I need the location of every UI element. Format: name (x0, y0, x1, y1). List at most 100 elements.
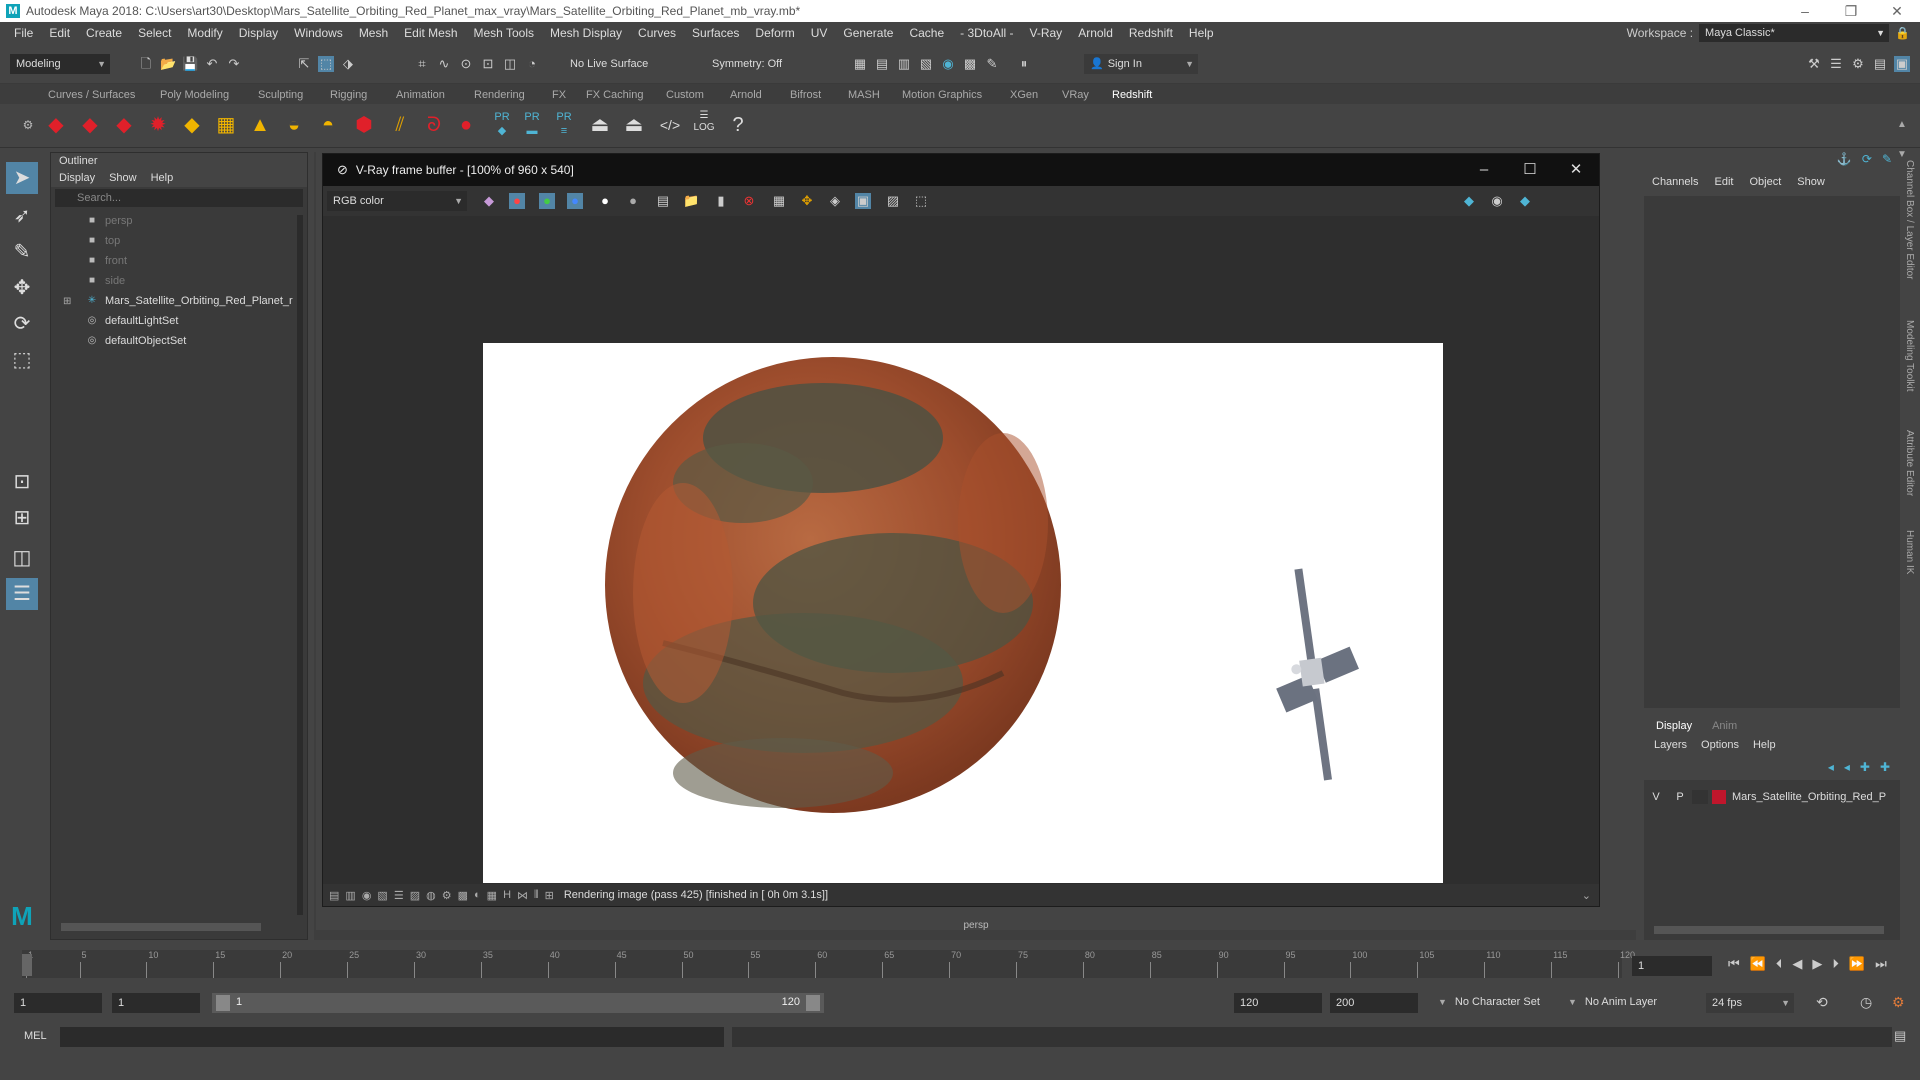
alpha-channel-icon[interactable]: ● (597, 193, 613, 209)
shelf-tab-arnold[interactable]: Arnold (722, 86, 770, 104)
current-frame-field[interactable]: 1 (1632, 956, 1712, 976)
mono-icon[interactable]: ● (625, 193, 641, 209)
playback-start-field[interactable]: 1 (112, 993, 200, 1013)
rs-log-icon[interactable]: ☰ LOG (690, 110, 718, 140)
hypershade-icon[interactable]: ◉ (940, 56, 956, 72)
shelf-tab-custom[interactable]: Custom (658, 86, 712, 104)
snap-view-icon[interactable]: ⊡ (480, 56, 496, 72)
vfb-minimize-button[interactable]: – (1461, 154, 1507, 186)
range-start-handle[interactable] (216, 995, 230, 1011)
red-channel-icon[interactable]: ● (509, 193, 525, 209)
attribute-editor-icon[interactable]: ☰ (1828, 56, 1844, 72)
history-icon[interactable]: ▨ (885, 193, 901, 209)
redo-icon[interactable]: ↷ (226, 56, 242, 72)
new-scene-icon[interactable]: 🗋 (138, 56, 154, 72)
menu-surfaces[interactable]: Surfaces (684, 26, 747, 40)
move-icon[interactable]: ⚓ (1837, 152, 1852, 166)
live-surface-field[interactable]: No Live Surface (564, 54, 664, 74)
render-last-icon[interactable]: ◆ (1461, 193, 1477, 209)
snap-curve-icon[interactable]: ∿ (436, 56, 452, 72)
side-tab-human-ik[interactable]: Human IK (1904, 530, 1915, 574)
range-end-handle[interactable] (806, 995, 820, 1011)
tab-anim[interactable]: Anim (1712, 720, 1737, 732)
shelf-tab-sculpting[interactable]: Sculpting (250, 86, 311, 104)
select-component-icon[interactable]: ⬗ (340, 56, 356, 72)
vfb-srgb-icon[interactable]: ▦ (487, 889, 497, 902)
layer-visibility-toggle[interactable]: V (1644, 791, 1668, 803)
go-to-end-icon[interactable]: ⏭ (1875, 956, 1887, 972)
rs-spot-light-icon[interactable]: ▲ (246, 110, 274, 140)
undo-icon[interactable]: ↶ (204, 56, 220, 72)
side-tab-channel-box[interactable]: Channel Box / Layer Editor (1904, 160, 1915, 280)
layer-playback-toggle[interactable]: P (1668, 791, 1692, 803)
two-view-icon[interactable]: ◫ (6, 542, 38, 574)
help-icon[interactable]: ? (724, 110, 752, 140)
channels-menu[interactable]: Channels (1652, 176, 1698, 188)
rs-pr-object-icon[interactable]: PR ▬ (518, 110, 546, 140)
menu-deform[interactable]: Deform (747, 26, 802, 40)
vfb-layers-icon[interactable]: ▥ (345, 889, 355, 902)
menu-generate[interactable]: Generate (835, 26, 901, 40)
load-icon[interactable]: 📁 (683, 193, 699, 209)
refresh-icon[interactable]: ⟳ (1862, 152, 1872, 166)
menu-windows[interactable]: Windows (286, 26, 351, 40)
rs-settings-icon[interactable]: ✹ (144, 110, 172, 140)
stop-render-icon[interactable]: ⊗ (741, 193, 757, 209)
outliner-menu-help[interactable]: Help (151, 172, 174, 184)
outliner-menu-display[interactable]: Display (59, 172, 95, 184)
play-backwards-icon[interactable]: ◀ (1792, 956, 1802, 972)
rotate-tool-icon[interactable]: ⟳ (6, 308, 38, 340)
shelf-tab-motion-graphics[interactable]: Motion Graphics (894, 86, 990, 104)
rs-area-light-icon[interactable]: ▦ (212, 110, 240, 140)
expand-down-icon[interactable]: ⌄ (1582, 889, 1591, 902)
outliner-item-persp[interactable]: ■ persp (51, 211, 307, 231)
rs-code-icon[interactable]: </> (656, 110, 684, 140)
render-settings-icon[interactable]: ▧ (918, 56, 934, 72)
loop-icon[interactable]: ⟲ (1816, 994, 1828, 1011)
vfb-maximize-button[interactable]: ☐ (1507, 154, 1553, 186)
tab-display[interactable]: Display (1656, 720, 1692, 732)
vfb-status-icons[interactable]: ▤ ▥ ◉ ▧ ☰ ▨ ◍ ⚙ ▩ ◐ ▦ H ⋈ ⫴ ⊞ (329, 889, 554, 902)
vfb-color-icon[interactable]: ▧ (377, 889, 387, 902)
menu-vray[interactable]: V-Ray (1022, 26, 1071, 40)
shelf-tab-animation[interactable]: Animation (388, 86, 453, 104)
shelf-tab-vray[interactable]: VRay (1054, 86, 1097, 104)
render-icon[interactable]: ▣ (855, 193, 871, 209)
vfb-compare-h-icon[interactable]: ⋈ (517, 889, 528, 902)
snap-point-icon[interactable]: ⊙ (458, 56, 474, 72)
vfb-lut-icon[interactable]: ▩ (458, 889, 468, 902)
outliner-menu-show[interactable]: Show (109, 172, 137, 184)
rs-sun-light-icon[interactable]: ◓ (314, 110, 342, 140)
auto-key-icon[interactable]: ◷ (1860, 994, 1872, 1011)
menu-uv[interactable]: UV (803, 26, 836, 40)
menu-select[interactable]: Select (130, 26, 179, 40)
vfb-ocio-icon[interactable]: ◐ (474, 889, 481, 902)
render-setup-icon[interactable]: ▩ (962, 56, 978, 72)
link-icon[interactable]: ⬚ (913, 193, 929, 209)
menu-edit[interactable]: Edit (41, 26, 78, 40)
menu-mesh-tools[interactable]: Mesh Tools (466, 26, 542, 40)
command-input[interactable] (60, 1027, 724, 1047)
vfb-levels-icon[interactable]: ☰ (394, 889, 404, 902)
outliner-item-front[interactable]: ■ front (51, 251, 307, 271)
select-hierarchy-icon[interactable]: ⇱ (296, 56, 312, 72)
rs-proxy-icon[interactable]: ⬢ (350, 110, 378, 140)
move-tool-icon[interactable]: ✥ (6, 272, 38, 304)
save-scene-icon[interactable]: 💾 (182, 56, 198, 72)
outliner-item-side[interactable]: ■ side (51, 271, 307, 291)
shelf-scroll-icon[interactable]: ▲ ▼ (1888, 110, 1916, 160)
lasso-tool-icon[interactable]: ➶ (6, 200, 38, 232)
interactive-render-icon[interactable]: ◉ (1489, 193, 1505, 209)
workspace-dropdown[interactable]: Maya Classic* ▼ (1699, 24, 1890, 42)
go-to-start-icon[interactable]: ⏮ (1728, 956, 1740, 972)
vfb-curve-icon[interactable]: ⚙ (442, 889, 452, 902)
animation-start-field[interactable]: 1 (14, 993, 102, 1013)
animation-end-field[interactable]: 200 (1330, 993, 1418, 1013)
vfb-h-icon[interactable]: H (503, 889, 511, 902)
help-menu[interactable]: Help (1753, 739, 1776, 751)
show-menu[interactable]: Show (1797, 176, 1825, 188)
rs-render-icon[interactable]: ◆ (76, 110, 104, 140)
menu-curves[interactable]: Curves (630, 26, 684, 40)
vfb-stats-icon[interactable]: ▤ (329, 889, 339, 902)
pause-icon[interactable]: ⏸ (1016, 56, 1032, 72)
